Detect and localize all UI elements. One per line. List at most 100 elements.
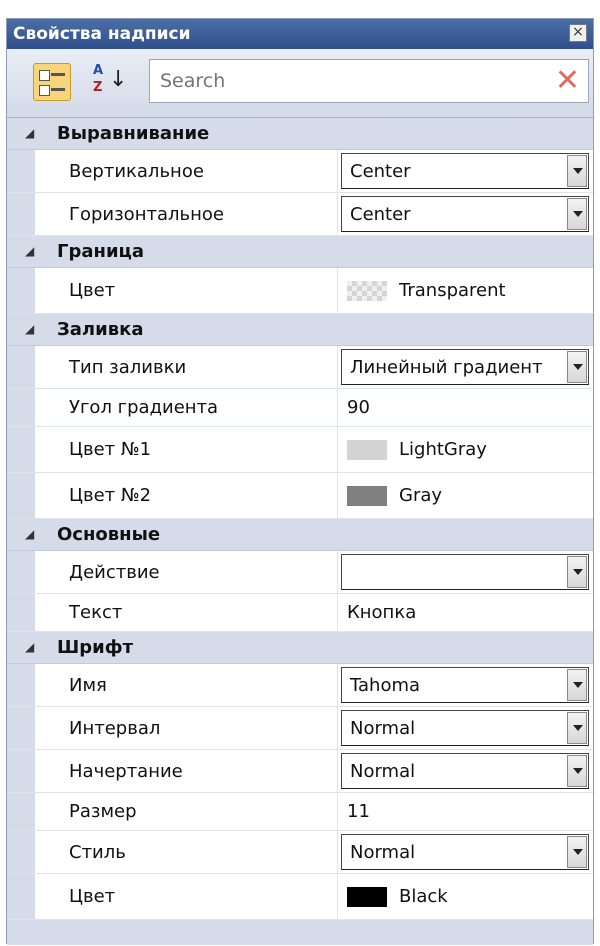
property-row[interactable]: Цвет Transparent (7, 268, 593, 314)
categorized-button[interactable] (33, 63, 71, 101)
dropdown-arrow-icon[interactable] (567, 155, 587, 187)
dropdown-value: Center (350, 160, 411, 182)
color-value[interactable]: Transparent (399, 268, 506, 313)
sort-alphabetical-button[interactable]: A Z ↓ (91, 63, 129, 101)
property-row[interactable]: Угол градиента 90 (7, 389, 593, 427)
property-dropdown[interactable]: Normal (341, 834, 589, 870)
row-gutter (7, 874, 35, 919)
property-row[interactable]: Текст Кнопка (7, 594, 593, 632)
property-row[interactable]: Размер 11 (7, 793, 593, 831)
dropdown-arrow-icon[interactable] (567, 556, 587, 588)
row-gutter (7, 427, 35, 472)
collapse-triangle-icon[interactable]: ◢ (25, 640, 34, 654)
property-label: Интервал (69, 717, 161, 739)
dropdown-arrow-icon[interactable] (567, 351, 587, 383)
row-gutter (7, 268, 35, 313)
property-label: Действие (69, 561, 160, 583)
close-button[interactable]: × (569, 24, 587, 42)
dropdown-arrow-icon[interactable] (567, 669, 587, 701)
property-dropdown[interactable]: Center (341, 153, 589, 189)
collapse-triangle-icon[interactable]: ◢ (25, 244, 34, 258)
search-input[interactable] (158, 66, 542, 96)
property-row[interactable]: Имя Tahoma (7, 664, 593, 707)
dropdown-arrow-icon[interactable] (567, 198, 587, 230)
property-row[interactable]: Стиль Normal (7, 831, 593, 874)
color-value[interactable]: Gray (399, 473, 442, 518)
collapse-triangle-icon[interactable]: ◢ (25, 527, 34, 541)
window-title: Свойства надписи (13, 24, 191, 44)
property-dropdown[interactable]: Center (341, 196, 589, 232)
property-label: Цвет (69, 886, 116, 907)
property-label: Цвет №1 (69, 439, 152, 460)
title-bar: Свойства надписи × (7, 19, 593, 49)
category-1[interactable]: ◢ Граница (7, 236, 593, 268)
column-divider (337, 750, 338, 792)
property-row[interactable]: Цвет №1 LightGray (7, 427, 593, 473)
property-dropdown[interactable]: Tahoma (341, 667, 589, 703)
category-name: Заливка (57, 319, 144, 340)
sort-arrow-icon: ↓ (109, 67, 128, 92)
property-row[interactable]: Действие (7, 551, 593, 594)
category-name: Граница (57, 241, 145, 262)
category-3[interactable]: ◢ Основные (7, 519, 593, 551)
column-divider (337, 473, 338, 518)
category-2[interactable]: ◢ Заливка (7, 314, 593, 346)
property-label: Цвет (69, 280, 116, 301)
dropdown-value: Normal (350, 841, 416, 863)
search-box: ✕ (149, 59, 589, 103)
property-row[interactable]: Тип заливки Линейный градиент (7, 346, 593, 389)
property-label: Стиль (69, 841, 126, 863)
row-gutter (7, 707, 35, 749)
column-divider (337, 831, 338, 873)
property-label: Размер (69, 801, 137, 822)
property-dropdown[interactable]: Линейный градиент (341, 349, 589, 385)
property-value[interactable]: 11 (347, 793, 370, 830)
property-row[interactable]: Цвет Black (7, 874, 593, 920)
row-gutter (7, 551, 35, 593)
dropdown-arrow-icon[interactable] (567, 755, 587, 787)
row-gutter (7, 831, 35, 873)
column-divider (337, 346, 338, 388)
property-dropdown[interactable]: Normal (341, 753, 589, 789)
property-row[interactable]: Интервал Normal (7, 707, 593, 750)
row-gutter (7, 389, 35, 426)
property-value[interactable]: 90 (347, 389, 370, 426)
dropdown-arrow-icon[interactable] (567, 712, 587, 744)
collapse-triangle-icon[interactable]: ◢ (25, 126, 34, 140)
row-gutter (7, 346, 35, 388)
column-divider (337, 664, 338, 706)
collapse-triangle-icon[interactable]: ◢ (25, 322, 34, 336)
row-gutter (7, 594, 35, 631)
color-value[interactable]: LightGray (399, 427, 487, 472)
property-row[interactable]: Цвет №2 Gray (7, 473, 593, 519)
row-gutter (7, 473, 35, 518)
category-4[interactable]: ◢ Шрифт (7, 632, 593, 664)
property-value[interactable]: Кнопка (347, 594, 416, 631)
property-row[interactable]: Начертание Normal (7, 750, 593, 793)
column-divider (337, 150, 338, 192)
property-row[interactable]: Горизонтальное Center (7, 193, 593, 236)
color-swatch (347, 485, 387, 506)
clear-search-icon[interactable]: ✕ (555, 64, 580, 98)
property-label: Текст (69, 602, 123, 623)
color-value[interactable]: Black (399, 874, 448, 919)
property-label: Вертикальное (69, 160, 204, 182)
column-divider (337, 268, 338, 313)
column-divider (337, 707, 338, 749)
property-dropdown[interactable]: Normal (341, 710, 589, 746)
property-row[interactable]: Вертикальное Center (7, 150, 593, 193)
column-divider (337, 193, 338, 235)
color-swatch (347, 886, 387, 907)
sort-letter-a: A (93, 63, 104, 78)
dropdown-value: Tahoma (350, 674, 421, 696)
category-0[interactable]: ◢ Выравнивание (7, 118, 593, 150)
property-label: Имя (69, 674, 107, 696)
column-divider (337, 594, 338, 631)
dropdown-value: Center (350, 203, 411, 225)
column-divider (337, 427, 338, 472)
category-name: Основные (57, 524, 161, 545)
column-divider (337, 874, 338, 919)
property-dropdown[interactable] (341, 554, 589, 590)
dropdown-arrow-icon[interactable] (567, 836, 587, 868)
row-gutter (7, 193, 35, 235)
